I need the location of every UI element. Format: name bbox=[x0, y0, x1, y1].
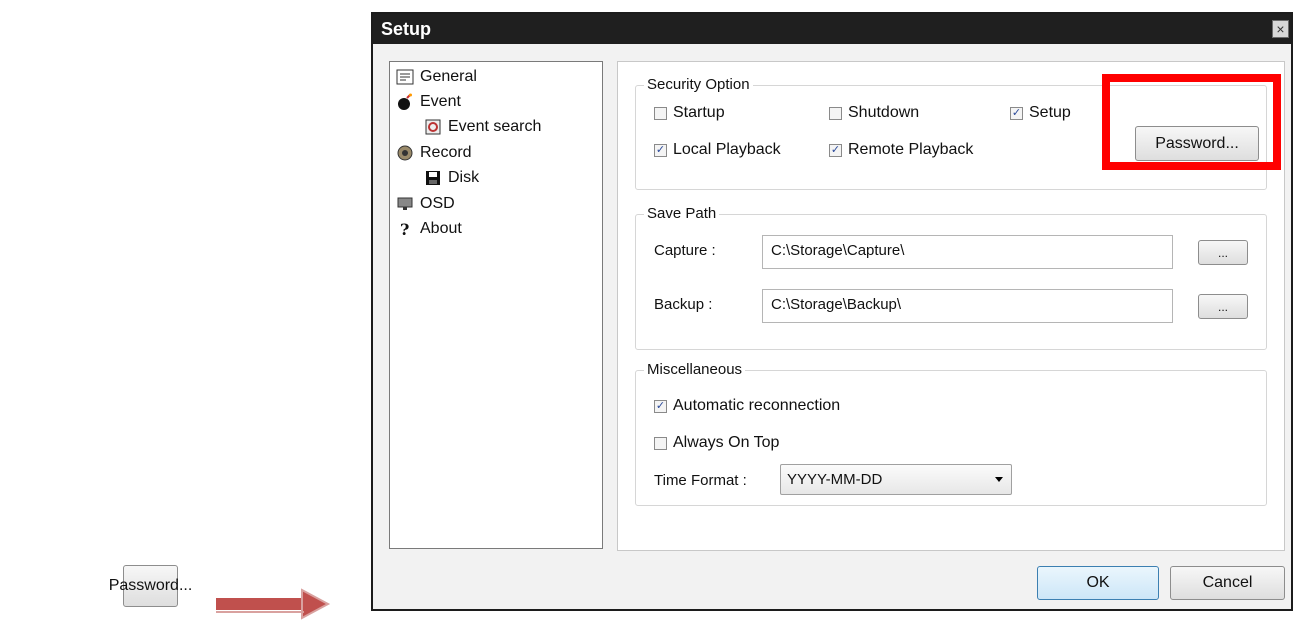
capture-browse-button[interactable]: ... bbox=[1198, 240, 1248, 265]
nav-item-about[interactable]: ? About bbox=[396, 220, 462, 238]
event-icon bbox=[398, 93, 412, 110]
nav-item-general[interactable]: General bbox=[396, 68, 477, 86]
remote-playback-option[interactable]: ✓ Remote Playback bbox=[829, 141, 973, 159]
svg-text:?: ? bbox=[400, 220, 409, 238]
time-format-value: YYYY-MM-DD bbox=[787, 471, 883, 488]
event-search-icon bbox=[425, 119, 441, 135]
disk-icon bbox=[426, 171, 440, 185]
dialog-titlebar: Setup × bbox=[373, 14, 1291, 44]
always-on-top-checkbox[interactable] bbox=[654, 436, 667, 450]
automatic-reconnection-option[interactable]: ✓ Automatic reconnection bbox=[654, 397, 840, 415]
cancel-button[interactable]: Cancel bbox=[1170, 566, 1285, 600]
close-icon: × bbox=[1276, 21, 1285, 37]
shutdown-checkbox[interactable] bbox=[829, 106, 842, 120]
time-format-label: Time Format : bbox=[654, 472, 747, 489]
backup-path-field[interactable]: C:\Storage\Backup\ bbox=[762, 289, 1173, 323]
local-playback-option[interactable]: ✓ Local Playback bbox=[654, 141, 781, 159]
setup-nav-tree: General Event Event search Record Disk O… bbox=[389, 61, 603, 549]
always-on-top-option[interactable]: Always On Top bbox=[654, 434, 779, 452]
pointing-arrow-icon bbox=[216, 588, 331, 620]
save-path-title: Save Path bbox=[644, 205, 720, 222]
remote-playback-checkbox[interactable]: ✓ bbox=[829, 143, 842, 157]
nav-item-event[interactable]: Event bbox=[396, 93, 461, 111]
general-icon bbox=[396, 69, 414, 85]
backup-browse-button[interactable]: ... bbox=[1198, 294, 1248, 319]
nav-item-record[interactable]: Record bbox=[396, 144, 472, 162]
backup-label: Backup : bbox=[654, 296, 713, 313]
nav-item-event-search[interactable]: Event search bbox=[424, 118, 541, 136]
setup-checkbox[interactable]: ✓ bbox=[1010, 106, 1023, 120]
startup-checkbox[interactable] bbox=[654, 106, 667, 120]
time-format-select[interactable]: YYYY-MM-DD bbox=[780, 464, 1012, 495]
osd-icon bbox=[397, 197, 413, 210]
record-icon bbox=[397, 145, 413, 161]
miscellaneous-title: Miscellaneous bbox=[644, 361, 746, 378]
miscellaneous-group: Miscellaneous ✓ Automatic reconnection A… bbox=[635, 361, 1267, 506]
startup-option[interactable]: Startup bbox=[654, 104, 725, 122]
close-button[interactable]: × bbox=[1272, 20, 1289, 38]
capture-path-field[interactable]: C:\Storage\Capture\ bbox=[762, 235, 1173, 269]
ok-button[interactable]: OK bbox=[1037, 566, 1159, 600]
about-icon: ? bbox=[400, 220, 409, 238]
setup-option[interactable]: ✓ Setup bbox=[1010, 104, 1071, 122]
nav-item-disk[interactable]: Disk bbox=[424, 169, 479, 187]
chevron-down-icon bbox=[995, 477, 1003, 482]
nav-item-osd[interactable]: OSD bbox=[396, 195, 455, 213]
password-highlight-box bbox=[1102, 74, 1281, 170]
shutdown-option[interactable]: Shutdown bbox=[829, 104, 919, 122]
password-button-callout[interactable]: Password... bbox=[109, 565, 192, 607]
local-playback-checkbox[interactable]: ✓ bbox=[654, 143, 667, 157]
capture-label: Capture : bbox=[654, 242, 716, 259]
automatic-reconnection-checkbox[interactable]: ✓ bbox=[654, 399, 667, 413]
dialog-title: Setup bbox=[381, 19, 432, 39]
security-option-title: Security Option bbox=[644, 76, 753, 93]
save-path-group: Save Path Capture : C:\Storage\Capture\ … bbox=[635, 205, 1267, 350]
